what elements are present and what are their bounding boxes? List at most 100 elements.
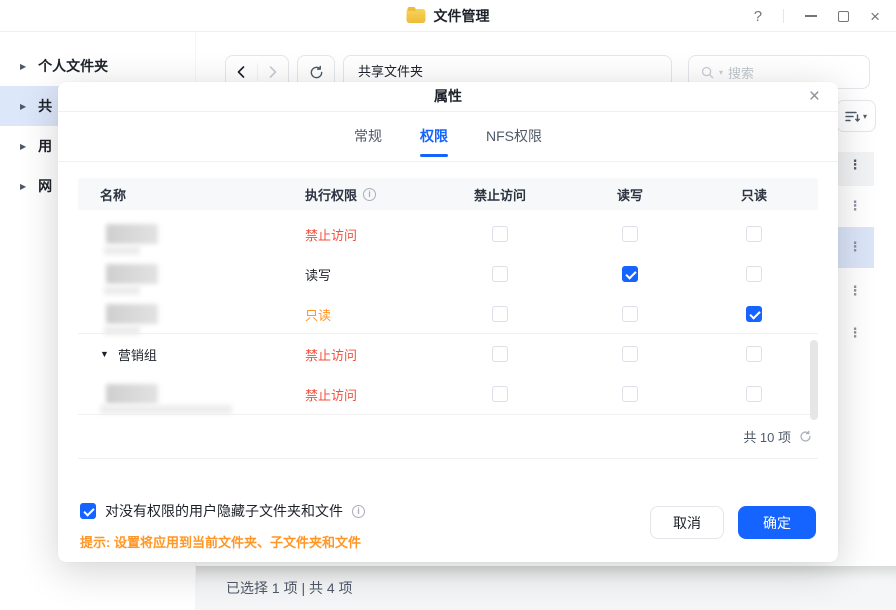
table-row[interactable]: 禁止访问 xyxy=(78,214,818,254)
dialog-title: 属性 xyxy=(58,82,838,110)
name-cell: ▼营销组 xyxy=(78,345,290,364)
redaction-blur xyxy=(100,405,232,414)
window-title-group: 文件管理 xyxy=(407,0,490,32)
column-header-exec-label: 执行权限 xyxy=(305,185,357,204)
app-window: 文件管理 ? × ▶ 个人文件夹 ▶ 共 ▶ 用 ▶ 网 xyxy=(0,0,896,610)
expand-arrow-icon[interactable]: ▶ xyxy=(20,182,26,191)
tab-general[interactable]: 常规 xyxy=(354,112,382,162)
readwrite-checkbox[interactable] xyxy=(622,386,638,402)
help-button[interactable]: ? xyxy=(754,8,762,25)
dialog-header: 属性 × xyxy=(58,82,838,112)
table-row[interactable]: 读写 xyxy=(78,254,818,294)
readonly-checkbox[interactable] xyxy=(746,386,762,402)
checkbox-cell xyxy=(430,386,570,402)
exec-permission-value[interactable]: 读写 xyxy=(290,265,430,284)
readwrite-checkbox[interactable] xyxy=(622,346,638,362)
exec-permission-value[interactable]: 禁止访问 xyxy=(290,385,430,404)
hide-from-unauthorized-checkbox[interactable] xyxy=(80,503,96,519)
info-icon[interactable]: i xyxy=(352,505,365,518)
redacted-name xyxy=(100,294,240,334)
maximize-button[interactable] xyxy=(838,11,849,22)
hide-option-row: 对没有权限的用户隐藏子文件夹和文件 i xyxy=(80,501,365,521)
exec-permission-value[interactable]: 禁止访问 xyxy=(290,225,430,244)
exec-permission-value[interactable]: 禁止访问 xyxy=(290,345,430,364)
redaction-blur xyxy=(106,264,158,284)
column-header-readonly: 只读 xyxy=(690,185,818,204)
sidebar-item-label: 网 xyxy=(38,176,52,196)
info-icon[interactable]: i xyxy=(363,188,376,201)
item-count: 共 10 项 xyxy=(743,427,791,446)
table-row[interactable]: 禁止访问 xyxy=(78,374,818,414)
table-row[interactable]: 只读 xyxy=(78,294,818,334)
titlebar-divider xyxy=(783,9,784,23)
checkbox-cell xyxy=(690,386,818,402)
redaction-blur xyxy=(106,224,158,244)
column-header-readwrite: 读写 xyxy=(570,185,690,204)
redaction-blur xyxy=(104,326,140,335)
view-options-button[interactable]: ▾ xyxy=(836,100,876,132)
row-more-icon[interactable]: ⋮ xyxy=(836,325,874,341)
checkbox-cell xyxy=(430,306,570,322)
checkbox-cell xyxy=(690,226,818,242)
readonly-checkbox[interactable] xyxy=(746,346,762,362)
expand-arrow-icon[interactable]: ▶ xyxy=(20,142,26,151)
apply-hint: 提示: 设置将应用到当前文件夹、子文件夹和文件 xyxy=(80,532,361,551)
readonly-checkbox[interactable] xyxy=(746,226,762,242)
checkbox-cell xyxy=(430,266,570,282)
readonly-checkbox[interactable] xyxy=(746,306,762,322)
properties-dialog: 属性 × 常规 权限 NFS权限 名称 执行权限 i 禁止访问 读写 只读 禁止… xyxy=(58,82,838,562)
checkbox-cell xyxy=(430,346,570,362)
column-header-name: 名称 xyxy=(78,185,290,204)
sort-list-icon xyxy=(845,110,860,123)
dialog-close-icon[interactable]: × xyxy=(809,84,820,110)
row-more-icon[interactable]: ⋮ xyxy=(836,239,874,255)
app-folder-icon xyxy=(407,9,426,23)
path-value: 共享文件夹 xyxy=(358,64,423,79)
selection-status: 已选择 1 项 | 共 4 项 xyxy=(226,580,353,596)
deny-checkbox[interactable] xyxy=(492,266,508,282)
column-more-icon[interactable]: ⋮ xyxy=(836,157,874,173)
sidebar-item-personal-folder[interactable]: ▶ 个人文件夹 xyxy=(0,46,195,86)
confirm-button[interactable]: 确定 xyxy=(738,506,816,539)
row-more-icon[interactable]: ⋮ xyxy=(836,198,874,214)
deny-checkbox[interactable] xyxy=(492,226,508,242)
close-button[interactable]: × xyxy=(870,8,880,25)
table-header: 名称 执行权限 i 禁止访问 读写 只读 xyxy=(78,178,818,210)
sidebar-item-label: 共 xyxy=(38,96,52,116)
search-placeholder: 搜索 xyxy=(728,63,754,82)
checkbox-cell xyxy=(570,386,690,402)
table-row[interactable]: ▼营销组禁止访问 xyxy=(78,334,818,374)
checkbox-cell xyxy=(570,346,690,362)
redaction-blur xyxy=(106,304,158,324)
tab-permissions[interactable]: 权限 xyxy=(420,112,448,162)
minimize-button[interactable] xyxy=(805,15,817,17)
exec-permission-value[interactable]: 只读 xyxy=(290,305,430,324)
checkbox-cell xyxy=(430,226,570,242)
readonly-checkbox[interactable] xyxy=(746,266,762,282)
readwrite-checkbox[interactable] xyxy=(622,226,638,242)
expand-arrow-icon[interactable]: ▶ xyxy=(20,102,26,111)
scrollbar-thumb[interactable] xyxy=(810,340,818,420)
checkbox-cell xyxy=(570,266,690,282)
expand-arrow-icon[interactable]: ▶ xyxy=(20,62,26,71)
tab-nfs-permissions[interactable]: NFS权限 xyxy=(486,112,542,162)
name-cell xyxy=(78,294,290,334)
checkbox-cell xyxy=(690,266,818,282)
redacted-name xyxy=(100,374,240,414)
collapse-arrow-icon[interactable]: ▼ xyxy=(100,349,109,359)
deny-checkbox[interactable] xyxy=(492,346,508,362)
name-cell xyxy=(78,214,290,254)
readwrite-checkbox[interactable] xyxy=(622,266,638,282)
sidebar-item-label: 用 xyxy=(38,136,52,156)
readwrite-checkbox[interactable] xyxy=(622,306,638,322)
column-header-deny: 禁止访问 xyxy=(430,185,570,204)
hide-option-label: 对没有权限的用户隐藏子文件夹和文件 xyxy=(105,501,343,521)
deny-checkbox[interactable] xyxy=(492,386,508,402)
search-type-caret-icon[interactable]: ▾ xyxy=(719,68,723,77)
refresh-icon[interactable] xyxy=(799,430,812,443)
cancel-button[interactable]: 取消 xyxy=(650,506,724,539)
row-more-icon[interactable]: ⋮ xyxy=(836,283,874,299)
view-caret-icon[interactable]: ▾ xyxy=(863,112,867,121)
checkbox-cell xyxy=(690,306,818,322)
deny-checkbox[interactable] xyxy=(492,306,508,322)
